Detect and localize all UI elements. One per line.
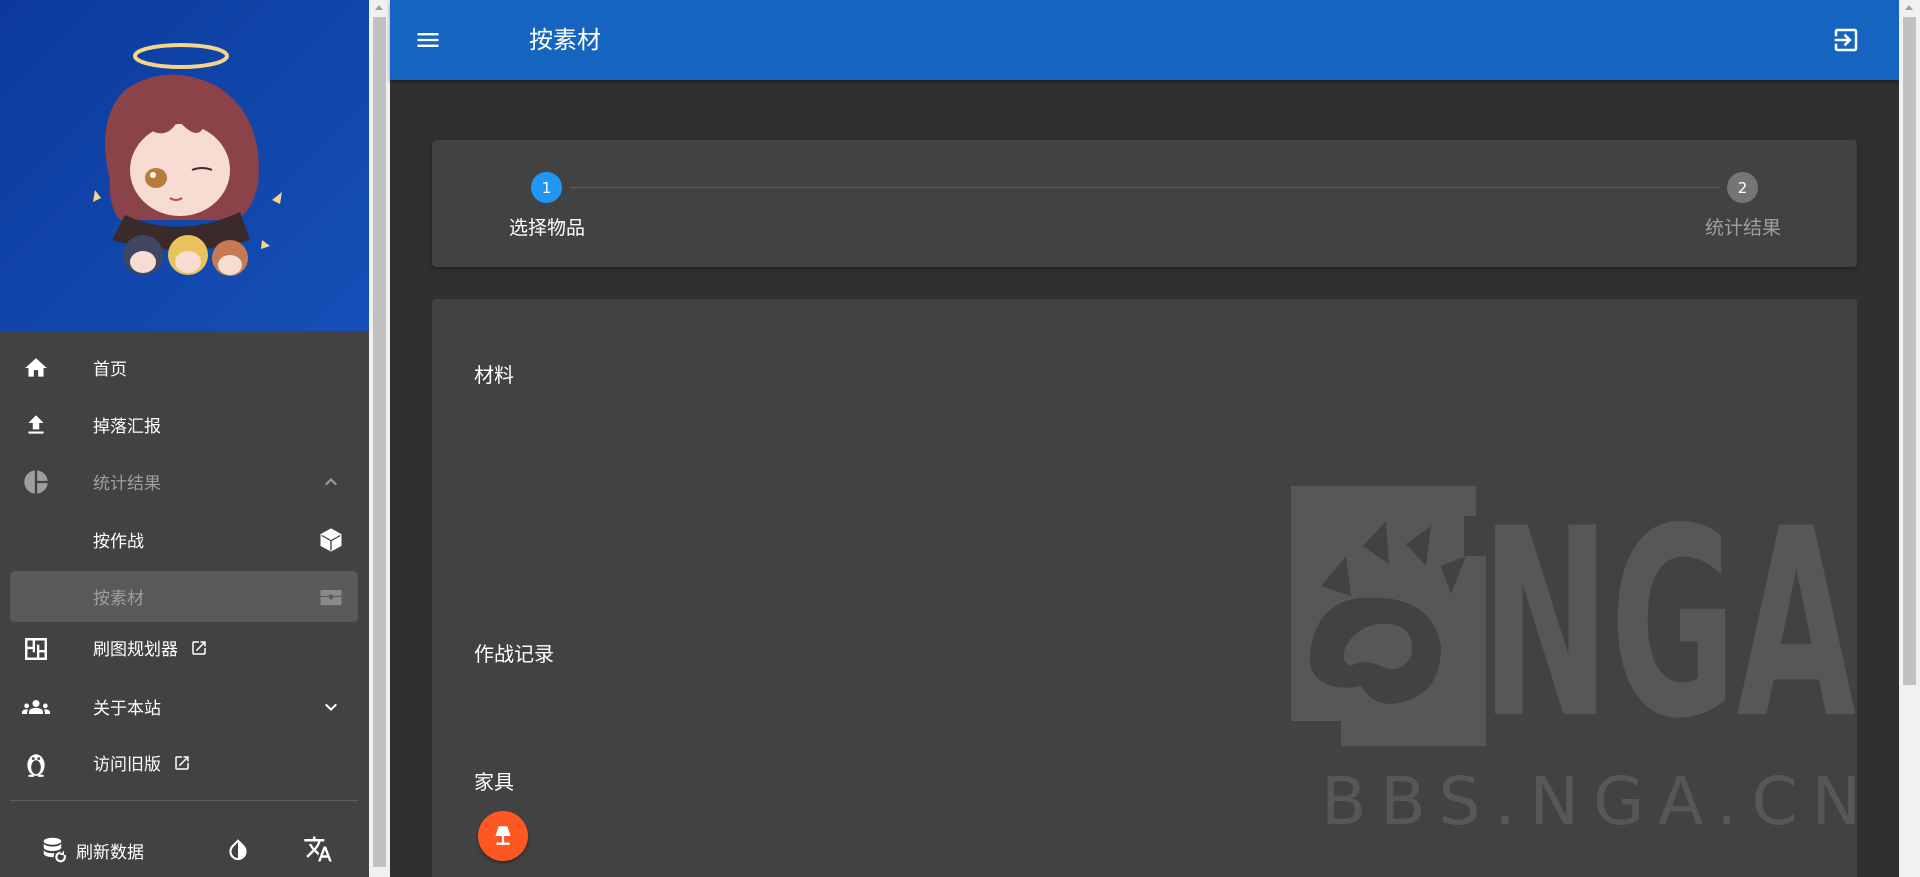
app-bar: 按素材	[390, 0, 1899, 80]
sidebar-item-about[interactable]: 关于本站	[0, 678, 369, 735]
step-2-indicator[interactable]: 2	[1727, 172, 1758, 203]
sidebar-banner	[0, 0, 369, 331]
sidebar-item-home[interactable]: 首页	[0, 339, 369, 396]
sidebar-item-label: 访问旧版	[93, 750, 191, 777]
upload-icon	[22, 411, 50, 439]
sidebar-item-label: 刷图规划器	[93, 635, 208, 662]
sidebar-item-by-stage[interactable]: 按作战	[0, 511, 369, 568]
open-in-new-icon	[190, 639, 208, 662]
watermark-logo-text: NGA	[1481, 486, 1857, 776]
translate-icon	[303, 834, 333, 864]
sidebar-item-legacy[interactable]: 访问旧版	[0, 735, 369, 792]
theme-toggle-button[interactable]	[221, 832, 255, 866]
sidebar-item-label: 首页	[93, 360, 127, 380]
sidebar-item-drop-report[interactable]: 掉落汇报	[0, 396, 369, 453]
sidebar-item-label: 掉落汇报	[93, 417, 161, 437]
menu-button[interactable]	[413, 25, 443, 55]
invert-colors-icon	[225, 836, 251, 862]
step-1-indicator[interactable]: 1	[531, 172, 562, 203]
logout-button[interactable]	[1830, 24, 1862, 56]
open-in-new-icon	[173, 754, 191, 777]
section-title-furniture: 家具	[474, 770, 514, 794]
home-icon	[22, 354, 50, 382]
refresh-data-label: 刷新数据	[76, 842, 144, 863]
navigation-drawer: 首页 掉落汇报 统计结果 按作战 按素材 刷图规划器 关于本站 访问旧版 刷新数…	[0, 0, 369, 877]
step-2-label[interactable]: 统计结果	[1694, 213, 1792, 240]
scrollbar-thumb[interactable]	[1903, 17, 1916, 685]
mascot-illustration	[93, 43, 282, 276]
sidebar-item-planner[interactable]: 刷图规划器	[0, 620, 369, 677]
scroll-up-arrow[interactable]	[1905, 5, 1913, 10]
furniture-item-button[interactable]	[478, 811, 528, 861]
chevron-up-icon[interactable]	[317, 468, 345, 496]
scrollbar-thumb[interactable]	[373, 17, 386, 867]
menu-icon	[414, 26, 442, 54]
scroll-up-arrow[interactable]	[375, 5, 383, 10]
sidebar-item-label: 按素材	[93, 589, 144, 609]
section-title-materials: 材料	[474, 363, 514, 387]
nga-watermark-logo: NGA BBS.NGA.CN	[1291, 486, 1857, 836]
item-selection-panel: NGA BBS.NGA.CN 材料 作战记录 家具	[432, 299, 1857, 877]
sidebar-item-by-item[interactable]: 按素材	[0, 568, 369, 625]
sidebar-item-label: 按作战	[93, 532, 144, 552]
sidebar-scrollbar[interactable]	[369, 0, 390, 877]
penguin-icon	[22, 750, 50, 778]
stepper: 1 选择物品 2 统计结果	[432, 140, 1857, 267]
account-group-icon	[22, 693, 50, 721]
refresh-data-button[interactable]: 刷新数据	[40, 830, 144, 870]
page-scrollbar[interactable]	[1899, 0, 1920, 877]
lamp-icon	[490, 823, 516, 849]
floor-plan-icon	[22, 635, 50, 663]
drawer-footer: 刷新数据	[0, 820, 369, 877]
treasure-chest-icon	[317, 583, 345, 611]
sidebar-item-label: 关于本站	[93, 699, 161, 719]
divider	[10, 800, 358, 801]
language-button[interactable]	[300, 832, 336, 866]
page-title: 按素材	[529, 26, 601, 54]
cube-icon	[317, 526, 345, 554]
section-title-battle-records: 作战记录	[474, 642, 554, 666]
chevron-down-icon[interactable]	[317, 693, 345, 721]
step-connector	[570, 187, 1720, 188]
sidebar-item-label: 统计结果	[93, 474, 161, 494]
database-refresh-icon	[40, 835, 70, 865]
sidebar-item-statistics[interactable]: 统计结果	[0, 453, 369, 510]
step-1-label[interactable]: 选择物品	[504, 213, 590, 240]
logout-icon	[1831, 25, 1861, 55]
pie-chart-icon	[22, 468, 50, 496]
